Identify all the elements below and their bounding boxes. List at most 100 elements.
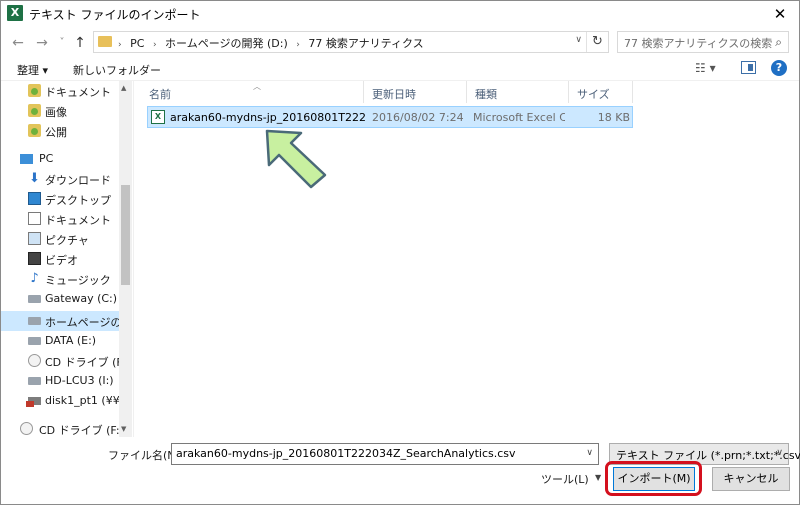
excel-app-icon: X (7, 5, 23, 21)
network-drive-icon (26, 397, 41, 407)
file-size: 18 KB (597, 111, 630, 124)
address-bar[interactable]: › PC › ホームページの開発 (D:) › 77 検索アナリティクス ∨ ↻ (93, 31, 609, 53)
sidebar-item-downloads[interactable]: ⬇ ダウンロード (1, 169, 119, 189)
sidebar-item-label: ピクチャ (45, 234, 89, 247)
filename-input[interactable]: arakan60-mydns-jp_20160801T222034Z_Searc… (171, 443, 599, 465)
excel-csv-file-icon: X (151, 110, 165, 124)
sidebar-item-cd-drive-root[interactable]: CD ドライブ (F:) Sma (1, 419, 119, 437)
refresh-icon[interactable]: ↻ (586, 32, 608, 52)
sidebar-item-drive-c[interactable]: Gateway (C:) (1, 289, 119, 309)
forward-arrow-icon[interactable]: → (33, 34, 51, 52)
preview-pane-icon[interactable] (741, 61, 756, 74)
toolbar: 整理 ▾ 新しいフォルダー ☷ ▾ ? (1, 57, 799, 81)
sidebar-item-documents[interactable]: ドキュメント (1, 209, 119, 229)
sidebar-item-videos[interactable]: ビデオ (1, 249, 119, 269)
file-list: 名前 ︿ 更新日時 種類 サイズ X arakan60-mydns-jp_201… (141, 81, 799, 437)
breadcrumb-drive[interactable]: ホームページの開発 (D:) (165, 37, 288, 50)
nav-scroll-thumb[interactable] (121, 185, 130, 285)
desktop-icon (28, 192, 41, 205)
chevron-down-icon[interactable]: ∨ (586, 448, 593, 458)
sidebar-item-pictures[interactable]: ピクチャ (1, 229, 119, 249)
breadcrumb-separator-icon: › (118, 40, 122, 50)
quick-access-icon (28, 124, 41, 137)
cancel-button[interactable]: キャンセル (712, 467, 790, 491)
cd-icon (20, 422, 33, 435)
column-header-modified[interactable]: 更新日時 (364, 81, 467, 103)
pc-icon (20, 154, 33, 164)
quick-access-icon (28, 104, 41, 117)
sidebar-item-images[interactable]: 画像 (1, 101, 119, 121)
sidebar-item-label: ダウンロード (45, 174, 111, 187)
download-icon: ⬇ (29, 171, 40, 186)
import-dialog: X テキスト ファイルのインポート ✕ ← → ˅ ↑ › PC › ホームペー… (0, 0, 800, 505)
file-modified: 2016/08/02 7:24 (372, 111, 464, 124)
filename-value: arakan60-mydns-jp_20160801T222034Z_Searc… (176, 447, 516, 460)
tools-button[interactable]: ツール(L) ▼ (541, 471, 601, 487)
title-bar: X テキスト ファイルのインポート ✕ (1, 1, 799, 29)
chevron-down-icon: ∨ (776, 448, 783, 458)
sidebar-item-network-drive[interactable]: disk1_pt1 (¥¥192 (1, 391, 119, 411)
view-options-icon[interactable]: ☷ ▾ (695, 61, 716, 75)
new-folder-button[interactable]: 新しいフォルダー (73, 62, 161, 78)
breadcrumb-folder[interactable]: 77 検索アナリティクス (308, 37, 423, 50)
scroll-down-icon[interactable]: ▼ (121, 425, 126, 433)
breadcrumb-separator-icon: › (152, 40, 157, 50)
drive-icon (28, 317, 41, 325)
close-button[interactable]: ✕ (767, 3, 793, 25)
sidebar-item-drive-e[interactable]: DATA (E:) (1, 331, 119, 351)
breadcrumb-pc[interactable]: PC (130, 37, 144, 50)
file-name: arakan60-mydns-jp_20160801T222034Z_S... (170, 111, 366, 124)
file-row[interactable]: X arakan60-mydns-jp_20160801T222034Z_S..… (147, 106, 633, 128)
music-icon: ♪ (30, 271, 39, 286)
sidebar-item-label: PC (39, 152, 54, 165)
sidebar-item-drive-d[interactable]: ホームページの開発 (1, 311, 119, 331)
sidebar-item-label: HD-LCU3 (I:) (45, 374, 114, 387)
help-icon[interactable]: ? (771, 60, 787, 76)
address-dropdown-icon[interactable]: ∨ (575, 35, 582, 45)
sidebar-item-public[interactable]: 公開 (1, 121, 119, 141)
picture-icon (28, 232, 41, 245)
breadcrumb-separator-icon: › (296, 40, 300, 50)
sidebar-item-drive-i[interactable]: HD-LCU3 (I:) (1, 371, 119, 391)
back-arrow-icon[interactable]: ← (9, 34, 27, 52)
window-title: テキスト ファイルのインポート (29, 8, 201, 22)
navigation-pane: ドキュメント 画像 公開 PC ⬇ ダウンロード デスクトップ ドキュメント ピ (1, 81, 133, 437)
sidebar-item-label: ビデオ (45, 254, 78, 267)
sidebar-item-label: ドキュメント (45, 214, 111, 227)
sidebar-item-label: CD ドライブ (F:) Sm (45, 356, 119, 369)
search-placeholder: 77 検索アナリティクスの検索 (624, 37, 773, 50)
column-header-size[interactable]: サイズ (569, 81, 633, 103)
sidebar-item-label: ドキュメント (45, 86, 111, 99)
sidebar-item-desktop[interactable]: デスクトップ (1, 189, 119, 209)
document-icon (28, 212, 41, 225)
quick-access-icon (28, 84, 41, 97)
video-icon (28, 252, 41, 265)
tools-label: ツール(L) (541, 473, 589, 486)
drive-icon (28, 377, 41, 385)
nav-scrollbar[interactable]: ▲ ▼ (119, 81, 132, 437)
column-header-type[interactable]: 種類 (467, 81, 569, 103)
scroll-up-icon[interactable]: ▲ (121, 84, 126, 92)
sort-ascending-icon: ︿ (253, 82, 261, 91)
file-type: Microsoft Excel C... (473, 111, 565, 124)
organize-button[interactable]: 整理 ▾ (17, 62, 48, 78)
caret-down-icon: ▼ (595, 473, 602, 482)
sidebar-item-label: 画像 (45, 106, 67, 119)
sidebar-item-label: DATA (E:) (45, 334, 97, 347)
pointer-arrow-icon (265, 129, 327, 189)
cd-icon (28, 354, 41, 367)
sidebar-item-documents-quick[interactable]: ドキュメント (1, 81, 119, 101)
up-arrow-icon[interactable]: ↑ (71, 34, 89, 52)
import-highlight-box (605, 461, 702, 496)
sidebar-item-label: デスクトップ (45, 194, 111, 207)
sidebar-item-pc[interactable]: PC (1, 149, 119, 169)
breadcrumb: › PC › ホームページの開発 (D:) › 77 検索アナリティクス (118, 35, 429, 51)
search-icon: ⌕ (775, 35, 782, 49)
drive-icon (28, 295, 41, 303)
sidebar-item-cd-drive[interactable]: CD ドライブ (F:) Sm (1, 351, 119, 371)
sidebar-item-label: ミュージック (45, 274, 111, 287)
folder-icon (98, 36, 112, 47)
sidebar-item-music[interactable]: ♪ ミュージック (1, 269, 119, 289)
search-input[interactable]: 77 検索アナリティクスの検索 ⌕ (617, 31, 789, 53)
recent-locations-chevron-icon[interactable]: ˅ (53, 34, 71, 52)
